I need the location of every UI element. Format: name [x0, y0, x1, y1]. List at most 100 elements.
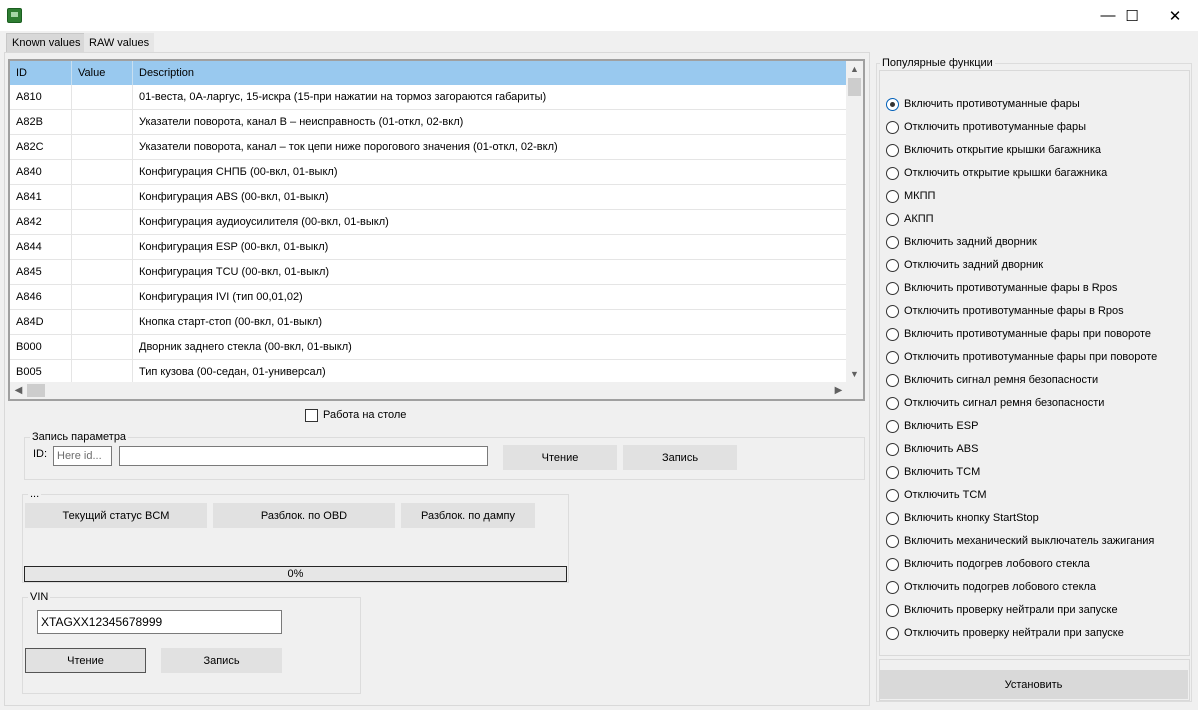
table-row[interactable]: A810 01-веста, 0А-ларгус, 15-искра (15-пр…: [10, 85, 847, 110]
function-option-label[interactable]: Отключить задний дворник: [904, 259, 1043, 271]
maximize-button[interactable]: ☐: [1109, 0, 1155, 31]
radio-button[interactable]: [886, 97, 899, 111]
table-row[interactable]: A82B Указатели поворота, канал В – неиспр…: [10, 110, 847, 135]
cell-value[interactable]: [72, 310, 133, 334]
install-button[interactable]: Установить: [879, 670, 1188, 699]
cell-value[interactable]: [72, 260, 133, 284]
radio-button[interactable]: [886, 534, 899, 548]
function-option[interactable]: Включить ABS: [886, 440, 978, 458]
id-input[interactable]: Here id...: [53, 446, 112, 466]
table-row[interactable]: A846 Конфигурация IVI (тип 00,01,02): [10, 285, 847, 310]
radio-button[interactable]: [886, 511, 899, 525]
vertical-scroll-thumb[interactable]: [848, 78, 861, 96]
radio-button[interactable]: [886, 557, 899, 571]
cell-id[interactable]: B000: [10, 335, 72, 359]
vin-input[interactable]: XTAGXX12345678999: [37, 610, 282, 634]
radio-button[interactable]: [886, 580, 899, 594]
param-value-input[interactable]: [119, 446, 488, 466]
function-option[interactable]: Отключить противотуманные фары при повор…: [886, 348, 1157, 366]
radio-button[interactable]: [886, 419, 899, 433]
cell-value[interactable]: [72, 285, 133, 309]
radio-button[interactable]: [886, 304, 899, 318]
cell-description[interactable]: Конфигурация TCU (00-вкл, 01-выкл): [133, 260, 847, 284]
column-header-value[interactable]: Value: [72, 61, 133, 85]
function-option[interactable]: Включить открытие крышки багажника: [886, 141, 1101, 159]
function-option[interactable]: Отключить задний дворник: [886, 256, 1043, 274]
function-option[interactable]: Отключить противотуманные фары: [886, 118, 1086, 136]
function-option[interactable]: Включить противотуманные фары: [886, 95, 1080, 113]
cell-id[interactable]: A845: [10, 260, 72, 284]
cell-id[interactable]: B005: [10, 360, 72, 384]
function-option[interactable]: Отключить TCM: [886, 486, 986, 504]
function-option[interactable]: Отключить проверку нейтрали при запуске: [886, 624, 1124, 642]
radio-button[interactable]: [886, 626, 899, 640]
function-option[interactable]: Отключить сигнал ремня безопасности: [886, 394, 1104, 412]
cell-value[interactable]: [72, 335, 133, 359]
table-row[interactable]: A840 Конфигурация СНПБ (00-вкл, 01-выкл): [10, 160, 847, 185]
param-write-button[interactable]: Запись: [623, 445, 737, 470]
function-option[interactable]: Включить сигнал ремня безопасности: [886, 371, 1098, 389]
cell-id[interactable]: A840: [10, 160, 72, 184]
cell-description[interactable]: Указатели поворота, канал В – неисправно…: [133, 110, 847, 134]
function-option-label[interactable]: Отключить противотуманные фары: [904, 121, 1086, 133]
horizontal-scroll-thumb[interactable]: [27, 384, 45, 397]
function-option-label[interactable]: Включить сигнал ремня безопасности: [904, 374, 1098, 386]
function-option-label[interactable]: Отключить подогрев лобового стекла: [904, 581, 1096, 593]
function-option-label[interactable]: Включить TCM: [904, 466, 980, 478]
function-option-label[interactable]: Включить задний дворник: [904, 236, 1037, 248]
cell-description[interactable]: Указатели поворота, канал – ток цепи ниж…: [133, 135, 847, 159]
cell-description[interactable]: Дворник заднего стекла (00-вкл, 01-выкл): [133, 335, 847, 359]
function-option[interactable]: МКПП: [886, 187, 935, 205]
work-on-table-label[interactable]: Работа на столе: [323, 409, 406, 422]
cell-description[interactable]: Конфигурация ESP (00-вкл, 01-выкл): [133, 235, 847, 259]
cell-id[interactable]: A82C: [10, 135, 72, 159]
radio-button[interactable]: [886, 488, 899, 502]
cell-id[interactable]: A84D: [10, 310, 72, 334]
cell-id[interactable]: A841: [10, 185, 72, 209]
function-option[interactable]: Включить подогрев лобового стекла: [886, 555, 1090, 573]
column-header-id[interactable]: ID: [10, 61, 72, 85]
radio-button[interactable]: [886, 166, 899, 180]
radio-button[interactable]: [886, 603, 899, 617]
table-row[interactable]: A842 Конфигурация аудиоусилителя (00-вкл,…: [10, 210, 847, 235]
function-option-label[interactable]: Отключить открытие крышки багажника: [904, 167, 1107, 179]
function-option-label[interactable]: Включить противотуманные фары: [904, 98, 1080, 110]
horizontal-scrollbar[interactable]: ◀ ▶: [10, 382, 847, 399]
table-row[interactable]: A841 Конфигурация ABS (00-вкл, 01-выкл): [10, 185, 847, 210]
function-option[interactable]: Включить TCM: [886, 463, 980, 481]
radio-button[interactable]: [886, 465, 899, 479]
cell-value[interactable]: [72, 110, 133, 134]
tab-raw-values[interactable]: RAW values: [84, 33, 155, 52]
function-option[interactable]: Отключить подогрев лобового стекла: [886, 578, 1096, 596]
radio-button[interactable]: [886, 281, 899, 295]
function-option-label[interactable]: Включить открытие крышки багажника: [904, 144, 1101, 156]
function-option[interactable]: Включить кнопку StartStop: [886, 509, 1039, 527]
cell-value[interactable]: [72, 210, 133, 234]
function-option[interactable]: Отключить открытие крышки багажника: [886, 164, 1107, 182]
cell-value[interactable]: [72, 135, 133, 159]
column-header-description[interactable]: Description: [133, 61, 847, 85]
function-option-label[interactable]: Включить противотуманные фары при поворо…: [904, 328, 1151, 340]
function-option[interactable]: Включить ESP: [886, 417, 978, 435]
scroll-down-icon[interactable]: ▼: [846, 366, 863, 383]
function-option-label[interactable]: Включить подогрев лобового стекла: [904, 558, 1090, 570]
table-row[interactable]: A84D Кнопка старт-стоп (00-вкл, 01-выкл): [10, 310, 847, 335]
radio-button[interactable]: [886, 143, 899, 157]
function-option[interactable]: Включить задний дворник: [886, 233, 1037, 251]
function-option[interactable]: Отключить противотуманные фары в Rpos: [886, 302, 1124, 320]
cell-id[interactable]: A810: [10, 85, 72, 109]
scroll-up-icon[interactable]: ▲: [846, 61, 863, 78]
table-row[interactable]: A82C Указатели поворота, канал – ток цепи…: [10, 135, 847, 160]
cell-description[interactable]: Тип кузова (00-седан, 01-универсал): [133, 360, 847, 384]
unlock-dump-button[interactable]: Разблок. по дампу: [401, 503, 535, 528]
function-option[interactable]: Включить механический выключатель зажига…: [886, 532, 1154, 550]
function-option-label[interactable]: Отключить противотуманные фары в Rpos: [904, 305, 1124, 317]
function-option-label[interactable]: Включить механический выключатель зажига…: [904, 535, 1154, 547]
cell-id[interactable]: A846: [10, 285, 72, 309]
cell-description[interactable]: Конфигурация СНПБ (00-вкл, 01-выкл): [133, 160, 847, 184]
cell-description[interactable]: Конфигурация ABS (00-вкл, 01-выкл): [133, 185, 847, 209]
function-option[interactable]: АКПП: [886, 210, 934, 228]
function-option-label[interactable]: Отключить TCM: [904, 489, 986, 501]
radio-button[interactable]: [886, 396, 899, 410]
vin-read-button[interactable]: Чтение: [25, 648, 146, 673]
